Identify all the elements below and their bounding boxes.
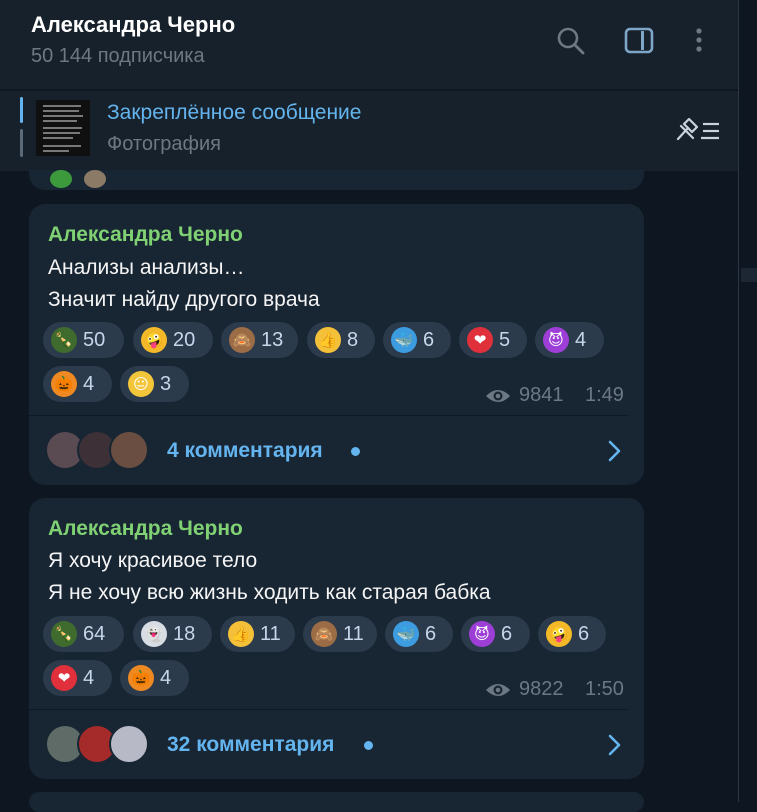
unread-dot [351,447,360,456]
reaction-count: 11 [343,622,364,645]
message-time: 1:50 [585,678,624,700]
reaction-count: 13 [261,328,284,351]
champagne-icon: 🍾 [51,621,77,647]
more-menu-icon[interactable] [683,25,715,57]
message-author[interactable]: Александра Черно [48,223,243,247]
pinned-title: Закреплённое сообщение [107,101,362,124]
reaction-champagne[interactable]: 🍾 64 [43,616,124,652]
reaction-monkey[interactable]: 🙈 11 [303,616,377,652]
message-text-line: Анализы анализы… [48,256,245,279]
reaction-count: 3 [160,372,172,395]
avatar [50,170,72,188]
previous-message-bubble [29,170,644,190]
smiling-devil-icon: 😈 [543,327,569,353]
reaction-neutral-face[interactable]: 😐 3 [120,366,189,402]
champagne-icon: 🍾 [51,327,77,353]
sidebar-toggle-icon[interactable] [623,25,655,57]
reaction-count: 4 [83,372,95,395]
reaction-thumbs-up[interactable]: 👍 8 [307,322,375,358]
see-no-evil-monkey-icon: 🙈 [229,327,255,353]
reaction-count: 5 [499,328,511,351]
reaction-count: 20 [173,328,196,351]
whale-icon: 🐳 [393,621,419,647]
reaction-devil[interactable]: 😈 6 [461,616,530,652]
reaction-ghost[interactable]: 👻 18 [133,616,212,652]
reaction-monkey[interactable]: 🙈 13 [221,322,298,358]
pumpkin-icon: 🎃 [128,665,154,691]
heart-icon: ❤ [51,665,77,691]
reaction-devil[interactable]: 😈 4 [535,322,604,358]
unread-dot [364,741,373,750]
reaction-count: 4 [575,328,587,351]
search-icon[interactable] [555,25,587,57]
reaction-count: 6 [578,622,590,645]
scrollbar-track[interactable] [738,0,757,802]
whale-icon: 🐳 [391,327,417,353]
divider [29,709,629,710]
view-count: 9841 [519,384,564,406]
pumpkin-icon: 🎃 [51,371,77,397]
message-time: 1:49 [585,384,624,406]
reaction-heart[interactable]: ❤ 5 [459,322,527,358]
pin-indicator-active [20,97,23,123]
channel-title[interactable]: Александра Черно [31,12,235,38]
pinned-photo-thumbnail [36,100,90,156]
neutral-face-icon: 😐 [128,371,154,397]
eye-icon [486,390,510,402]
reaction-whale[interactable]: 🐳 6 [383,322,451,358]
reaction-whale[interactable]: 🐳 6 [385,616,453,652]
message-text-line: Я не хочу всю жизнь ходить как старая ба… [48,581,491,604]
scrollbar-thumb[interactable] [741,268,757,282]
reaction-champagne[interactable]: 🍾 50 [43,322,124,358]
message-text-line: Я хочу красивое тело [48,549,258,572]
divider [29,415,629,416]
reaction-count: 18 [173,622,196,645]
reaction-count: 6 [501,622,513,645]
reaction-count: 4 [160,666,172,689]
commenter-avatar [109,724,149,764]
reaction-count: 64 [83,622,106,645]
thumbs-up-icon: 👍 [228,621,254,647]
message-author[interactable]: Александра Черно [48,517,243,541]
chevron-right-icon[interactable] [607,734,621,756]
reaction-count: 6 [425,622,437,645]
subscriber-count: 50 144 подписчика [31,45,205,67]
comments-link[interactable]: 4 комментария [167,439,323,463]
reaction-heart[interactable]: ❤ 4 [43,660,112,696]
thumbs-up-icon: 👍 [315,327,341,353]
reaction-pumpkin[interactable]: 🎃 4 [43,366,112,402]
next-message-bubble [29,792,644,812]
eye-icon [486,684,510,696]
reaction-pumpkin[interactable]: 🎃 4 [120,660,189,696]
reaction-zany-face[interactable]: 🤪 20 [133,322,213,358]
pin-indicator [20,129,23,157]
zany-face-icon: 🤪 [546,621,572,647]
reaction-count: 8 [347,328,359,351]
message-text-line: Значит найду другого врача [48,288,320,311]
see-no-evil-monkey-icon: 🙈 [311,621,337,647]
chat-header[interactable]: Александра Черно 50 144 подписчика [0,0,738,89]
view-count: 9822 [519,678,564,700]
commenter-avatar [109,430,149,470]
reaction-count: 6 [423,328,435,351]
chevron-right-icon[interactable] [607,440,621,462]
pinned-list-icon[interactable] [675,116,721,144]
reaction-thumbs-up[interactable]: 👍 11 [220,616,295,652]
comments-link[interactable]: 32 комментария [167,733,334,757]
pinned-subtitle: Фотография [107,133,221,155]
ghost-icon: 👻 [141,621,167,647]
reaction-zany-face[interactable]: 🤪 6 [538,616,606,652]
avatar [84,170,106,188]
reaction-count: 50 [83,328,106,351]
reaction-count: 4 [83,666,95,689]
smiling-devil-icon: 😈 [469,621,495,647]
reaction-count: 11 [260,622,281,645]
heart-icon: ❤ [467,327,493,353]
zany-face-icon: 🤪 [141,327,167,353]
